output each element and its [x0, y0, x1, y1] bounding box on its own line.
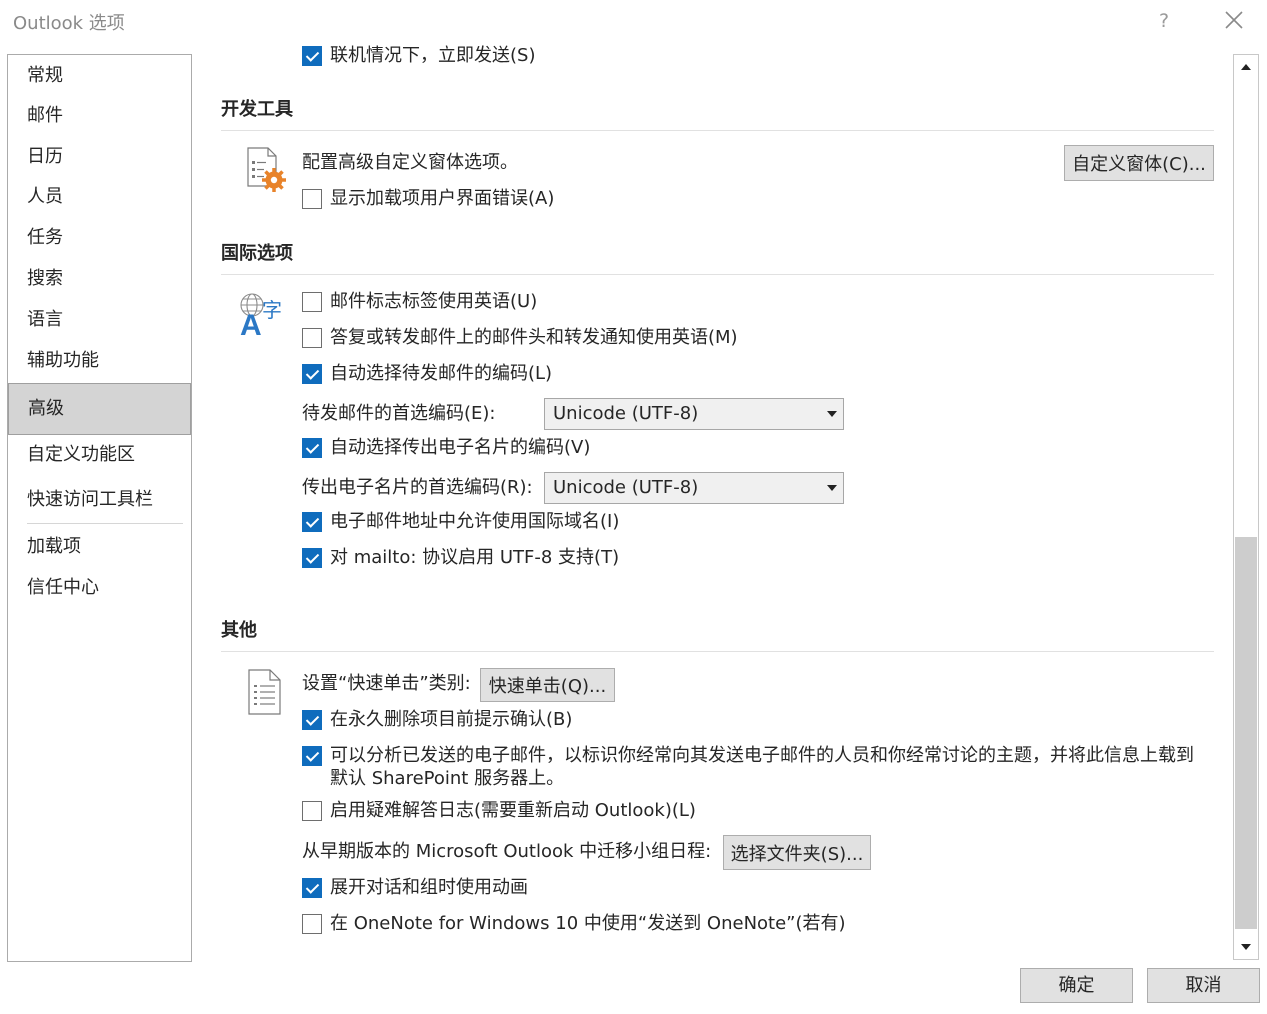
auto-encoding-checkbox[interactable] — [302, 364, 322, 384]
auto-vcard-encoding-label: 自动选择传出电子名片的编码(V) — [330, 437, 591, 458]
show-addin-errors-checkbox[interactable] — [302, 189, 322, 209]
select-folder-button[interactable]: 选择文件夹(S)... — [723, 835, 871, 870]
reply-english-label: 答复或转发邮件上的邮件头和转发通知使用英语(M) — [330, 327, 738, 348]
animations-checkbox[interactable] — [302, 878, 322, 898]
quick-click-button[interactable]: 快速单击(Q)... — [480, 668, 615, 702]
section-title-developer: 开发工具 — [221, 99, 293, 120]
ok-button[interactable]: 确定 — [1020, 968, 1133, 1003]
section-divider — [221, 274, 1214, 275]
preferred-outgoing-encoding-label: 待发邮件的首选编码(E): — [302, 403, 496, 424]
flag-english-row[interactable]: 邮件标志标签使用英语(U) — [302, 290, 537, 314]
troubleshoot-log-label: 启用疑难解答日志(需要重新启动 Outlook)(L) — [330, 800, 696, 821]
options-content: 联机情况下，立即发送(S) 开发工具 配置高级自定义窗体选项。 自定义窗体(C)… — [192, 44, 1232, 962]
sidebar-item-advanced[interactable]: 高级 — [8, 383, 191, 435]
custom-forms-button[interactable]: 自定义窗体(C)... — [1064, 145, 1214, 181]
sidebar-item-language[interactable]: 语言 — [8, 300, 191, 340]
sidebar-nav: 常规 邮件 日历 人员 任务 搜索 语言 辅助功能 高级 自定义功能区 快速访问… — [7, 54, 192, 962]
sidebar-item-accessibility[interactable]: 辅助功能 — [8, 341, 191, 381]
quick-click-label: 设置“快速单击”类别: — [302, 673, 471, 694]
onenote-label: 在 OneNote for Windows 10 中使用“发送到 OneNote… — [330, 913, 846, 934]
auto-vcard-encoding-row[interactable]: 自动选择传出电子名片的编码(V) — [302, 436, 590, 460]
scroll-down-arrow-icon[interactable] — [1234, 935, 1258, 959]
section-divider — [221, 651, 1214, 652]
intl-domain-label: 电子邮件地址中允许使用国际域名(I) — [330, 511, 620, 532]
show-addin-errors-row[interactable]: 显示加载项用户界面错误(A) — [302, 187, 554, 211]
sidebar-item-quick-access-toolbar[interactable]: 快速访问工具栏 — [8, 480, 191, 520]
flag-english-checkbox[interactable] — [302, 292, 322, 312]
send-immediately-checkbox[interactable] — [302, 46, 322, 66]
window-title: Outlook 选项 — [13, 13, 125, 34]
sidebar-item-people[interactable]: 人员 — [8, 177, 191, 217]
analyze-mail-row[interactable]: 可以分析已发送的电子邮件，以标识你经常向其发送电子邮件的人员和你经常讨论的主题，… — [302, 744, 1210, 790]
chevron-down-icon — [827, 411, 837, 417]
analyze-mail-checkbox[interactable] — [302, 746, 322, 766]
migrate-group-schedules-label: 从早期版本的 Microsoft Outlook 中迁移小组日程: — [302, 841, 712, 862]
preferred-vcard-encoding-value: Unicode (UTF-8) — [553, 477, 699, 498]
vertical-scrollbar[interactable] — [1233, 54, 1259, 960]
close-icon[interactable] — [1220, 6, 1248, 34]
intl-domain-checkbox[interactable] — [302, 512, 322, 532]
animations-row[interactable]: 展开对话和组时使用动画 — [302, 876, 528, 900]
confirm-delete-label: 在永久删除项目前提示确认(B) — [330, 709, 573, 730]
sidebar-item-search[interactable]: 搜索 — [8, 259, 191, 299]
reply-english-row[interactable]: 答复或转发邮件上的邮件头和转发通知使用英语(M) — [302, 326, 738, 350]
troubleshoot-log-row[interactable]: 启用疑难解答日志(需要重新启动 Outlook)(L) — [302, 799, 696, 823]
preferred-vcard-encoding-select[interactable]: Unicode (UTF-8) — [544, 472, 844, 504]
intl-domain-row[interactable]: 电子邮件地址中允许使用国际域名(I) — [302, 510, 619, 534]
chevron-down-icon — [827, 485, 837, 491]
preferred-outgoing-encoding-value: Unicode (UTF-8) — [553, 403, 699, 424]
section-divider — [221, 130, 1214, 131]
sidebar-item-addins[interactable]: 加载项 — [8, 527, 191, 567]
onenote-checkbox[interactable] — [302, 914, 322, 934]
sidebar-item-mail[interactable]: 邮件 — [8, 96, 191, 136]
preferred-outgoing-encoding-select[interactable]: Unicode (UTF-8) — [544, 398, 844, 430]
mailto-utf8-checkbox[interactable] — [302, 548, 322, 568]
help-button[interactable]: ? — [1152, 7, 1176, 35]
flag-english-label: 邮件标志标签使用英语(U) — [330, 291, 538, 312]
svg-text:A: A — [240, 309, 262, 339]
svg-text:字: 字 — [262, 298, 282, 322]
sidebar-item-tasks[interactable]: 任务 — [8, 218, 191, 258]
sidebar-item-trust-center[interactable]: 信任中心 — [8, 568, 191, 608]
section-title-other: 其他 — [221, 620, 257, 641]
confirm-delete-checkbox[interactable] — [302, 710, 322, 730]
mailto-utf8-label: 对 mailto: 协议启用 UTF-8 支持(T) — [330, 547, 620, 568]
auto-encoding-row[interactable]: 自动选择待发邮件的编码(L) — [302, 362, 552, 386]
auto-vcard-encoding-checkbox[interactable] — [302, 438, 322, 458]
custom-forms-icon — [244, 146, 290, 198]
document-list-icon — [246, 668, 284, 720]
sidebar-item-calendar[interactable]: 日历 — [8, 137, 191, 177]
sidebar-item-general[interactable]: 常规 — [8, 56, 191, 96]
reply-english-checkbox[interactable] — [302, 328, 322, 348]
send-immediately-label: 联机情况下，立即发送(S) — [330, 45, 536, 66]
custom-forms-description: 配置高级自定义窗体选项。 — [302, 152, 518, 173]
preferred-vcard-encoding-label: 传出电子名片的首选编码(R): — [302, 477, 533, 498]
international-language-icon: A 字 — [238, 291, 288, 343]
send-immediately-row[interactable]: 联机情况下，立即发送(S) — [302, 44, 535, 68]
scroll-up-arrow-icon[interactable] — [1234, 55, 1258, 79]
section-title-international: 国际选项 — [221, 243, 293, 264]
title-bar: Outlook 选项 ? — [0, 0, 1267, 44]
sidebar-item-customize-ribbon[interactable]: 自定义功能区 — [8, 435, 191, 475]
scrollbar-thumb[interactable] — [1235, 537, 1257, 929]
show-addin-errors-label: 显示加载项用户界面错误(A) — [330, 188, 555, 209]
animations-label: 展开对话和组时使用动画 — [330, 877, 528, 898]
mailto-utf8-row[interactable]: 对 mailto: 协议启用 UTF-8 支持(T) — [302, 546, 619, 570]
auto-encoding-label: 自动选择待发邮件的编码(L) — [330, 363, 553, 384]
troubleshoot-log-checkbox[interactable] — [302, 801, 322, 821]
analyze-mail-label: 可以分析已发送的电子邮件，以标识你经常向其发送电子邮件的人员和你经常讨论的主题，… — [330, 745, 1194, 789]
sidebar-divider — [27, 523, 183, 524]
onenote-row[interactable]: 在 OneNote for Windows 10 中使用“发送到 OneNote… — [302, 912, 846, 936]
confirm-delete-row[interactable]: 在永久删除项目前提示确认(B) — [302, 708, 572, 732]
cancel-button[interactable]: 取消 — [1147, 968, 1260, 1003]
